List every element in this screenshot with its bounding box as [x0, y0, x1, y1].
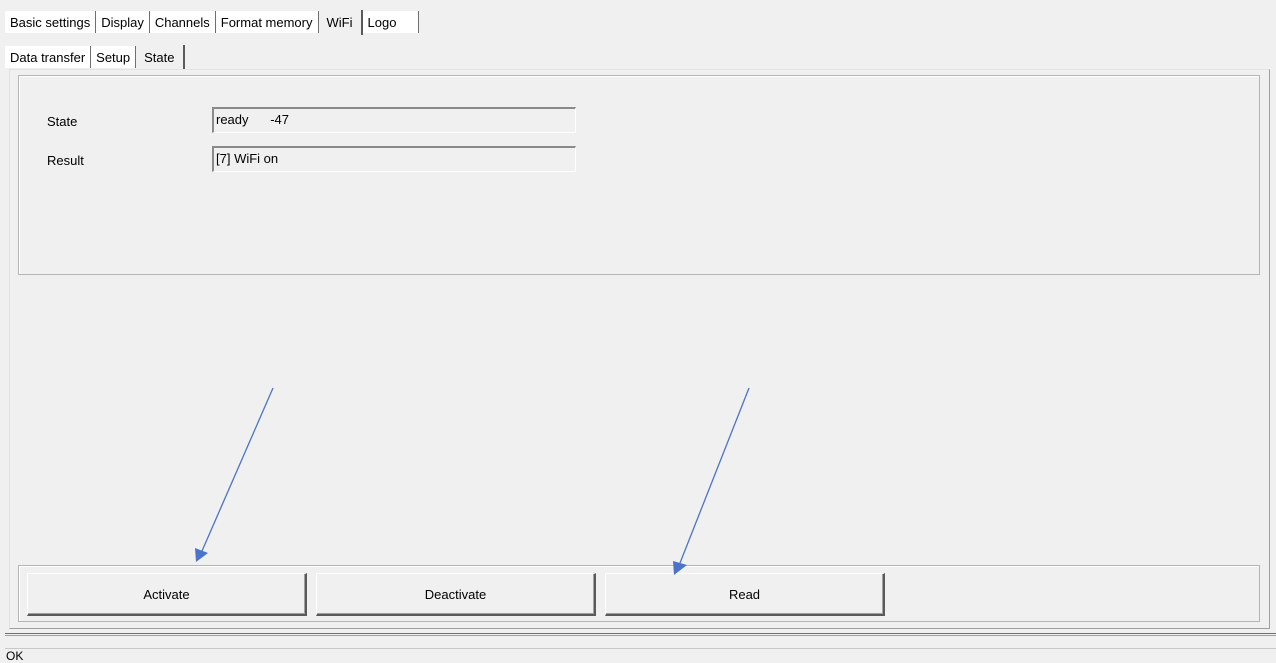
- status-bar-divider-shadow: [5, 635, 1276, 636]
- tab-wifi[interactable]: WiFi: [318, 10, 363, 35]
- tab-channels[interactable]: Channels: [149, 11, 216, 33]
- sub-tab-bar: Data transfer Setup State: [5, 44, 185, 70]
- deactivate-button[interactable]: Deactivate: [316, 573, 596, 616]
- tab-format-memory[interactable]: Format memory: [215, 11, 319, 33]
- status-bar-divider: [5, 633, 1276, 634]
- tab-basic-settings[interactable]: Basic settings: [5, 11, 97, 33]
- status-text: OK: [6, 649, 24, 663]
- result-label: Result: [47, 153, 84, 168]
- tab-display[interactable]: Display: [96, 11, 150, 33]
- state-label: State: [47, 114, 78, 129]
- main-tab-bar: Basic settings Display Channels Format m…: [5, 9, 420, 35]
- tab-setup[interactable]: Setup: [91, 46, 137, 68]
- tab-logo[interactable]: Logo: [362, 11, 420, 33]
- activate-button[interactable]: Activate: [27, 573, 307, 616]
- read-button[interactable]: Read: [605, 573, 885, 616]
- tab-state[interactable]: State: [136, 45, 185, 70]
- state-group-box: [18, 75, 1260, 275]
- state-value-field: ready -47: [212, 107, 576, 133]
- result-value-field: [7] WiFi on: [212, 146, 576, 172]
- status-bar-top-edge: [5, 648, 1276, 649]
- tab-data-transfer[interactable]: Data transfer: [5, 46, 92, 68]
